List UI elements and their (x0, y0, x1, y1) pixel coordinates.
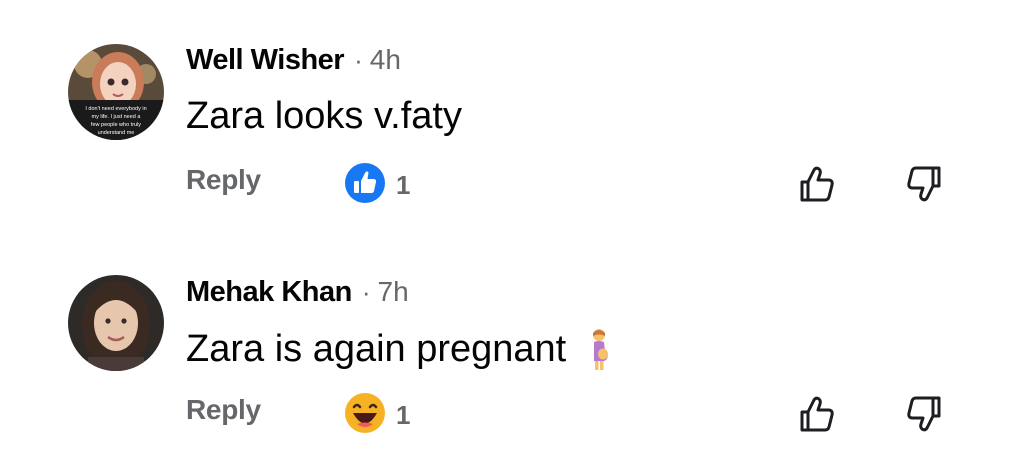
timestamp[interactable]: 4h (370, 44, 401, 76)
avatar-caption-line: few people who truly (91, 122, 141, 128)
author-name[interactable]: Well Wisher (186, 44, 345, 77)
reply-button[interactable]: Reply (186, 394, 261, 426)
comment-body: Zara is again pregnant (186, 328, 567, 370)
upvote-button[interactable] (796, 394, 836, 434)
thumbs-up-icon (800, 396, 834, 432)
avatar-caption-line: understand me (98, 130, 135, 136)
pregnant-woman-emoji (584, 327, 614, 371)
haha-icon (344, 392, 386, 439)
downvote-button[interactable] (905, 164, 945, 204)
comment-text: Zara is again pregnant (186, 325, 614, 373)
reaction-count: 1 (396, 400, 411, 430)
reaction-count: 1 (396, 170, 411, 200)
downvote-button[interactable] (905, 394, 945, 434)
separator-dot: · (361, 276, 371, 307)
reaction-summary[interactable]: 1 (344, 162, 410, 209)
comment-text: Zara looks v.faty (186, 92, 462, 140)
comment-header: Well Wisher · 4h (186, 40, 401, 80)
avatar-caption-line: my life. I just need a (92, 114, 142, 120)
comment-header: Mehak Khan · 7h (186, 272, 409, 312)
comment-body: Zara looks v.faty (186, 95, 462, 137)
upvote-button[interactable] (796, 164, 836, 204)
like-icon (344, 162, 386, 209)
separator-dot: · (354, 44, 363, 75)
author-name[interactable]: Mehak Khan (186, 276, 352, 309)
avatar-caption-line: I don't need everybody in (85, 106, 146, 112)
timestamp[interactable]: 7h (378, 276, 409, 308)
avatar[interactable]: I don't need everybody in my life. I jus… (68, 44, 164, 140)
thumbs-up-icon (800, 166, 834, 202)
thumbs-down-icon (907, 166, 941, 202)
reaction-summary[interactable]: 1 (344, 392, 410, 439)
thumbs-down-icon (907, 396, 941, 432)
reply-button[interactable]: Reply (186, 164, 261, 196)
avatar[interactable] (68, 275, 164, 371)
